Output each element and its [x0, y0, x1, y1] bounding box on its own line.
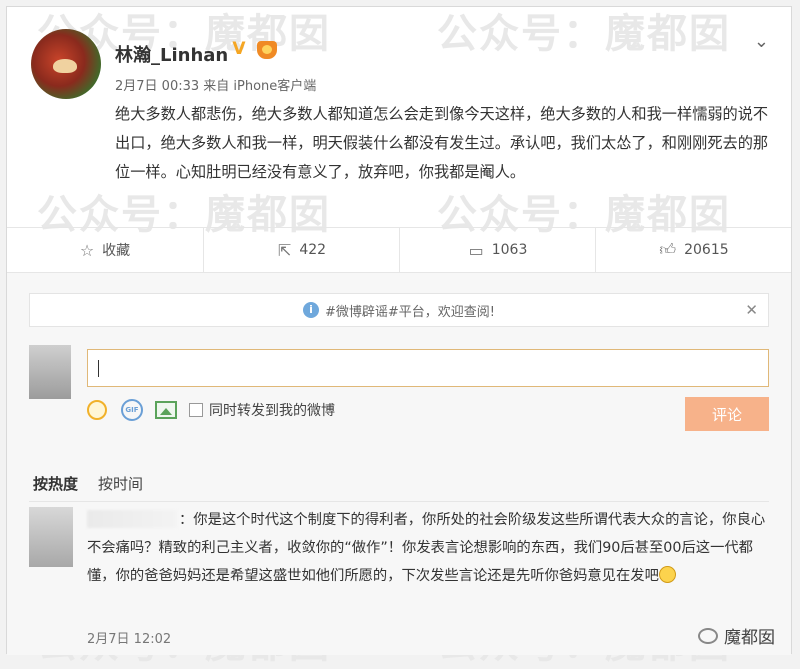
info-icon: i: [303, 302, 319, 318]
verified-icon: V: [232, 39, 246, 59]
close-icon[interactable]: ✕: [745, 301, 758, 319]
image-icon[interactable]: [155, 401, 177, 419]
comment-sort-tabs: 按热度 按时间: [33, 473, 143, 494]
wechat-icon: [698, 627, 718, 644]
share-icon: ⇱: [277, 240, 292, 260]
favorite-button[interactable]: ☆ 收藏: [7, 228, 203, 272]
repost-button[interactable]: ⇱ 422: [203, 228, 400, 272]
comment-time: 2月7日 12:02: [87, 632, 172, 647]
text-caret: [98, 360, 99, 377]
thumbs-up-icon: 👍︎: [659, 240, 677, 259]
current-user-avatar: [29, 345, 71, 399]
watermark-text: 公众号：魔都囡: [437, 11, 731, 57]
forward-label: 同时转发到我的微博: [209, 403, 335, 419]
gif-icon[interactable]: GIF: [121, 399, 143, 421]
composer-toolbar: GIF 同时转发到我的微博: [87, 399, 335, 421]
like-count: 20615: [684, 242, 729, 258]
notice-text: #微博辟谣#平台，欢迎查阅!: [325, 304, 495, 320]
comment-section: i #微博辟谣#平台，欢迎查阅! ✕ GIF 同时转发到我的微博 评论 按热度 …: [7, 273, 791, 655]
favorite-label: 收藏: [102, 243, 131, 259]
submit-comment-button[interactable]: 评论: [685, 397, 769, 431]
watermark-logo-text: 魔都囡: [724, 628, 775, 648]
comment-button[interactable]: ▭ 1063: [399, 228, 596, 272]
commenter-avatar[interactable]: [29, 507, 73, 567]
chevron-down-icon[interactable]: ⌄: [754, 31, 769, 52]
post-action-bar: ☆ 收藏 ⇱ 422 ▭ 1063 👍︎ 20615: [7, 227, 791, 273]
smile-emoji-icon: [658, 566, 676, 583]
like-button[interactable]: 👍︎ 20615: [595, 228, 792, 272]
divider: [29, 501, 769, 502]
comment-count: 1063: [491, 242, 528, 258]
comment-input[interactable]: [87, 349, 769, 387]
weibo-post-card: 公众号：魔都囡 公众号：魔都囡 公众号：魔都囡 公众号：魔都囡 公众号：魔都囡 …: [6, 6, 792, 667]
post-meta: 2月7日 00:33 来自 iPhone客户端: [115, 79, 317, 94]
tab-sort-hot[interactable]: 按热度: [33, 473, 78, 494]
author-name[interactable]: 林瀚_Linhan: [115, 41, 228, 67]
repost-count: 422: [299, 242, 327, 258]
watermark-logo: 魔都囡: [698, 623, 775, 648]
rumor-notice[interactable]: i #微博辟谣#平台，欢迎查阅! ✕: [29, 293, 769, 327]
post-text: 绝大多数人都悲伤，绝大多数人都知道怎么会走到像今天这样，绝大多数的人和我一样懦弱…: [115, 105, 769, 181]
author-avatar[interactable]: [31, 29, 101, 99]
emoji-icon[interactable]: [87, 400, 107, 420]
forward-checkbox[interactable]: [189, 403, 203, 417]
medal-icon: [257, 41, 277, 59]
tab-sort-time[interactable]: 按时间: [98, 473, 143, 494]
comment-text: ：你是这个时代这个制度下的得利者，你所处的社会阶级发这些所谓代表大众的言论，你良…: [87, 506, 777, 590]
star-icon: ☆: [79, 240, 95, 260]
comment-icon: ▭: [468, 240, 484, 260]
